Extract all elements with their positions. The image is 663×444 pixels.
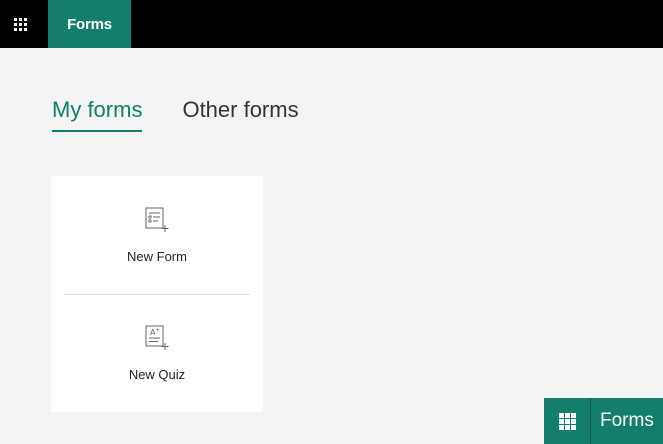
create-card: New Form A + New Quiz	[51, 176, 263, 412]
app-launcher-button[interactable]	[0, 0, 40, 48]
waffle-grid-icon	[13, 17, 27, 31]
top-bar: Forms	[0, 0, 663, 48]
svg-text:+: +	[155, 327, 160, 334]
tab-other-forms[interactable]: Other forms	[182, 96, 298, 130]
new-quiz-label: New Quiz	[128, 367, 186, 382]
mini-app-name-link[interactable]: Forms	[600, 398, 663, 444]
forms-tabs: My forms Other forms	[52, 96, 299, 132]
new-quiz-icon: A +	[145, 325, 169, 350]
new-form-icon	[145, 207, 169, 232]
tab-my-forms[interactable]: My forms	[52, 96, 143, 132]
new-form-label: New Form	[127, 249, 187, 264]
mini-app-bar: Forms	[544, 398, 663, 444]
mini-app-launcher-button[interactable]	[544, 398, 591, 444]
waffle-grid-icon	[558, 412, 576, 430]
app-name-link[interactable]: Forms	[48, 0, 131, 48]
new-form-button[interactable]: New Form	[51, 176, 263, 294]
new-quiz-button[interactable]: A + New Quiz	[51, 294, 263, 412]
